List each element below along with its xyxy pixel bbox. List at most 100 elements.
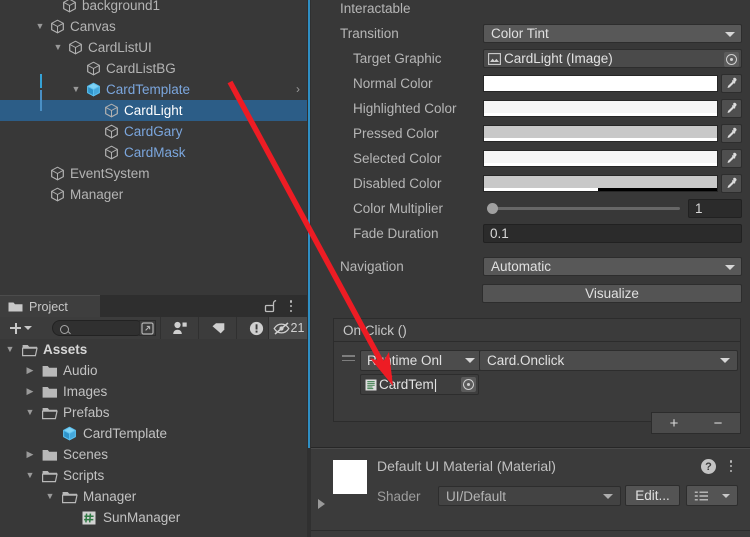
hierarchy-item-cardlistbg[interactable]: CardListBG <box>0 58 307 79</box>
lock-open-icon[interactable] <box>263 299 277 313</box>
reorder-handle-icon[interactable] <box>342 355 355 363</box>
twisty-toggle[interactable]: ▼ <box>24 465 36 486</box>
object-picker-icon[interactable] <box>461 376 476 392</box>
hierarchy-item-eventsystem[interactable]: EventSystem <box>0 163 307 184</box>
item-icon <box>42 447 58 462</box>
project-item-prefabs[interactable]: ▼ Prefabs <box>0 402 307 423</box>
navigation-dropdown[interactable]: Automatic <box>483 257 742 276</box>
open-prefab-chevron-icon[interactable]: › <box>296 79 300 100</box>
twisty-toggle[interactable]: ▶ <box>24 381 36 402</box>
hierarchy-item-label: CardGary <box>124 124 183 139</box>
remove-event-button[interactable]: − <box>696 413 740 433</box>
material-menu-icon[interactable] <box>724 458 738 474</box>
eyedropper-icon <box>727 177 737 188</box>
twisty-toggle[interactable]: ▼ <box>34 16 46 37</box>
search-input[interactable] <box>52 320 144 336</box>
shader-edit-button[interactable]: Edit... <box>625 485 680 506</box>
color-swatch[interactable] <box>483 125 718 142</box>
hierarchy-item-cardlistui[interactable]: ▼ CardListUI <box>0 37 307 58</box>
create-asset-button[interactable] <box>3 319 39 337</box>
eyedropper-button[interactable] <box>721 149 742 168</box>
hierarchy-item-label: Canvas <box>70 19 116 34</box>
hierarchy-item-manager[interactable]: Manager <box>0 184 307 205</box>
help-icon[interactable]: ? <box>701 459 716 474</box>
shader-label: Shader <box>377 489 421 504</box>
project-item-sunmanager[interactable]: SunManager <box>0 507 307 528</box>
eyedropper-icon <box>727 127 737 138</box>
project-item-cardtemplate[interactable]: CardTemplate <box>0 423 307 444</box>
hierarchy-item-cardtemplate[interactable]: ▼ CardTemplate › <box>0 79 307 100</box>
twisty-toggle[interactable]: ▼ <box>4 339 16 360</box>
twisty-toggle[interactable]: ▶ <box>24 444 36 465</box>
color-label: Highlighted Color <box>353 101 457 116</box>
color-swatch[interactable] <box>483 150 718 167</box>
target-graphic-objectfield[interactable]: CardLight (Image) <box>483 49 742 68</box>
tag-icon <box>212 322 224 333</box>
project-tree[interactable]: ▼ Assets ▶ Audio ▶ Images ▼ Prefabs CardTemplate… <box>0 339 307 537</box>
tab-project[interactable]: Project <box>0 295 100 317</box>
shader-dropdown[interactable]: UI/Default <box>438 486 621 506</box>
cube-icon <box>51 187 64 202</box>
onclick-object-value: CardTem| <box>379 377 438 392</box>
item-icon <box>50 187 65 202</box>
shader-variants-button[interactable] <box>686 485 738 506</box>
filter-by-type-button[interactable] <box>160 317 199 339</box>
project-item-manager[interactable]: ▼ Manager <box>0 486 307 507</box>
eyedropper-button[interactable] <box>721 174 742 193</box>
hierarchy-item-canvas[interactable]: ▼ Canvas <box>0 16 307 37</box>
eyedropper-icon <box>727 77 737 88</box>
cube-icon <box>105 124 118 139</box>
onclick-object-field[interactable]: CardTem| <box>360 374 479 395</box>
twisty-toggle[interactable]: ▼ <box>24 402 36 423</box>
object-picker-icon[interactable] <box>724 51 739 67</box>
hierarchy-item-cardmask[interactable]: CardMask <box>0 142 307 163</box>
filter-by-label-button[interactable] <box>198 317 237 339</box>
twisty-toggle[interactable]: ▼ <box>52 37 64 58</box>
fade-duration-field[interactable]: 0.1 <box>483 224 742 243</box>
hierarchy-item-cardlight[interactable]: CardLight <box>0 100 307 121</box>
transition-value: Color Tint <box>491 26 549 41</box>
project-item-assets[interactable]: ▼ Assets <box>0 339 307 360</box>
twisty-toggle[interactable]: ▼ <box>70 79 82 100</box>
eyedropper-button[interactable] <box>721 99 742 118</box>
hierarchy-item-label: CardMask <box>124 145 186 160</box>
twisty-toggle[interactable]: ▼ <box>44 486 56 507</box>
slider-knob[interactable] <box>487 203 498 214</box>
eyedropper-button[interactable] <box>721 74 742 93</box>
color-multiplier-field[interactable]: 1 <box>688 199 742 218</box>
hierarchy-item-cardgary[interactable]: CardGary <box>0 121 307 142</box>
color-alpha-bar <box>484 163 717 166</box>
project-item-scenes[interactable]: ▶ Scenes <box>0 444 307 465</box>
onclick-function-dropdown[interactable]: Card.Onclick <box>479 350 738 371</box>
color-multiplier-slider[interactable] <box>487 203 680 214</box>
prefab-scope-bar <box>40 90 42 111</box>
onclick-mode-dropdown[interactable]: Runtime Onl <box>360 350 481 371</box>
search-expand-button[interactable] <box>139 320 156 336</box>
chevron-down-icon <box>725 265 735 270</box>
hidden-assets-button[interactable]: 21 <box>268 317 308 339</box>
project-item-images[interactable]: ▶ Images <box>0 381 307 402</box>
color-swatch[interactable] <box>483 100 718 117</box>
eyedropper-button[interactable] <box>721 124 742 143</box>
shader-edit-label: Edit... <box>635 488 670 503</box>
material-foldout-icon[interactable] <box>318 499 325 509</box>
material-section: Default UI Material (Material) ? Shader … <box>311 448 750 537</box>
color-swatch[interactable] <box>483 75 718 92</box>
color-label: Normal Color <box>353 76 433 91</box>
twisty-toggle[interactable]: ▶ <box>24 360 36 381</box>
add-event-button[interactable]: + <box>652 413 696 433</box>
transition-dropdown[interactable]: Color Tint <box>483 24 742 43</box>
project-toolbar: 21 <box>0 317 308 340</box>
item-icon <box>82 510 98 525</box>
property-highlighted-color: Highlighted Color <box>311 96 750 121</box>
color-swatch[interactable] <box>483 175 718 192</box>
visualize-button[interactable]: Visualize <box>482 284 742 303</box>
project-menu-icon[interactable] <box>284 298 298 314</box>
hierarchy-item-background1[interactable]: background1 <box>0 0 307 16</box>
project-item-label: Assets <box>43 342 88 357</box>
project-item-audio[interactable]: ▶ Audio <box>0 360 307 381</box>
project-item-scripts[interactable]: ▼ Scripts <box>0 465 307 486</box>
project-item-label: Scenes <box>63 447 109 462</box>
item-icon <box>22 342 38 357</box>
hierarchy-panel[interactable]: background1 ▼ Canvas ▼ CardListUI CardListBG ▼… <box>0 0 307 295</box>
